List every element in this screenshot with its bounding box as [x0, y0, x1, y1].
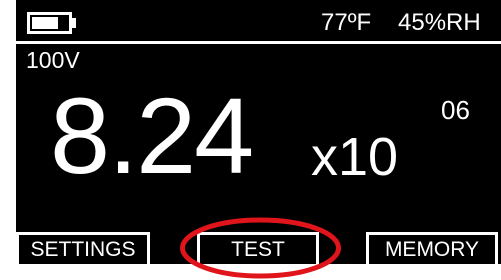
- settings-button[interactable]: SETTINGS: [16, 232, 150, 264]
- test-voltage-label: 100V: [26, 47, 80, 73]
- humidity-readout: 45%RH: [398, 9, 481, 36]
- battery-level-fill: [32, 17, 58, 29]
- temperature-readout: 77ºF: [321, 9, 372, 36]
- instrument-screen: 77ºF 45%RH 100V 8.24 x10 06: [16, 0, 501, 264]
- battery-terminal: [71, 18, 76, 28]
- status-divider: [16, 41, 501, 44]
- battery-icon: [27, 12, 72, 34]
- reading-exponent: 06: [441, 95, 470, 125]
- memory-button[interactable]: MEMORY: [366, 232, 498, 264]
- reading-value: 8.24: [50, 75, 254, 196]
- test-button[interactable]: TEST: [197, 232, 319, 264]
- reading-multiplier: x10: [311, 127, 399, 187]
- status-bar: 77ºF 45%RH: [16, 0, 501, 41]
